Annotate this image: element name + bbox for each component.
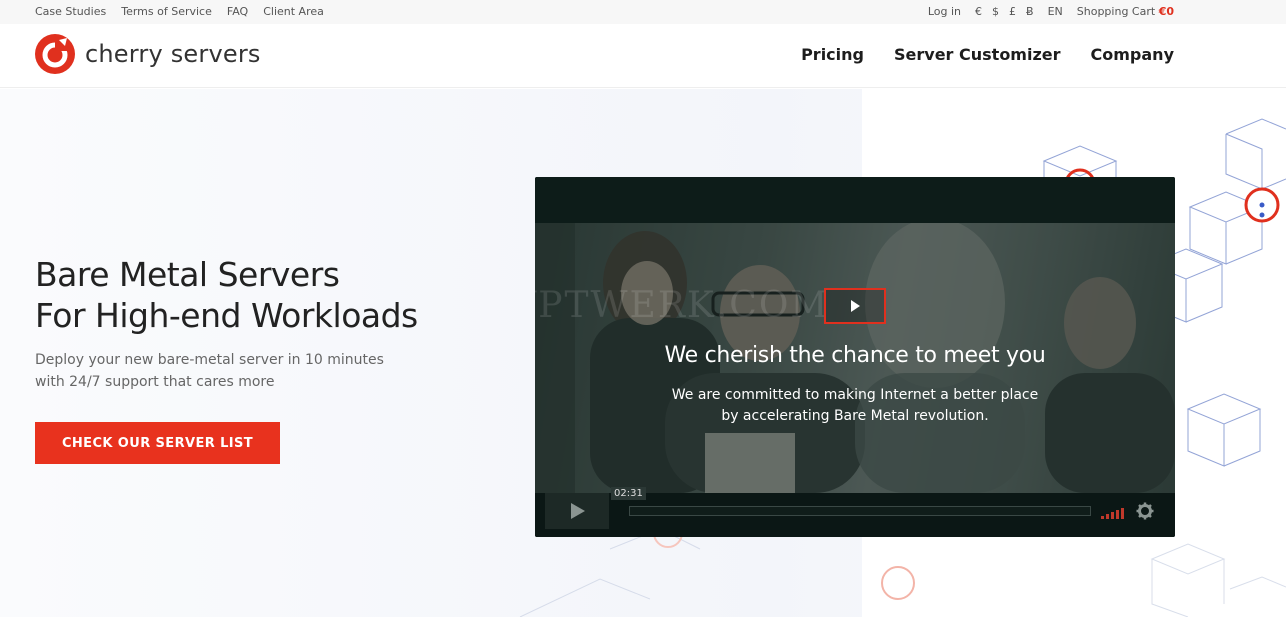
hero-title-line2: For High-end Workloads (35, 296, 418, 335)
main-navigation: Pricing Server Customizer Company (801, 45, 1174, 64)
shopping-cart-link[interactable]: Shopping Cart €0 (1077, 5, 1174, 18)
nav-pricing[interactable]: Pricing (801, 45, 864, 64)
video-progress-bar[interactable] (629, 506, 1091, 516)
case-studies-link[interactable]: Case Studies (35, 5, 106, 18)
login-link[interactable]: Log in (928, 5, 961, 18)
video-controls: 02:31 (535, 487, 1175, 537)
nav-company[interactable]: Company (1091, 45, 1174, 64)
terms-link[interactable]: Terms of Service (121, 5, 212, 18)
volume-bar (1116, 510, 1119, 519)
check-server-list-button[interactable]: CHECK OUR SERVER LIST (35, 422, 280, 464)
currency-gbp[interactable]: £ (1009, 5, 1016, 18)
currency-eur[interactable]: € (975, 5, 982, 18)
video-description: We are committed to making Internet a be… (535, 385, 1175, 427)
utility-right: Log in € $ £ Ƀ EN Shopping Cart €0 (928, 5, 1174, 18)
control-play-button[interactable] (545, 493, 609, 529)
currency-switcher: € $ £ Ƀ (975, 5, 1034, 18)
language-switcher[interactable]: EN (1048, 5, 1063, 18)
hero-title-line1: Bare Metal Servers (35, 255, 340, 294)
settings-gear-icon[interactable] (1136, 502, 1154, 520)
client-area-link[interactable]: Client Area (263, 5, 324, 18)
video-headline: We cherish the chance to meet you (664, 343, 1046, 368)
play-icon (571, 503, 585, 519)
video-description-line1: We are committed to making Internet a be… (671, 387, 1039, 403)
hero-subtitle: Deploy your new bare-metal server in 10 … (35, 352, 384, 390)
brand-name: cherry servers (85, 40, 261, 68)
faq-link[interactable]: FAQ (227, 5, 248, 18)
volume-bar (1106, 514, 1109, 519)
cherry-logo-icon (35, 34, 75, 74)
top-utility-bar: Case Studies Terms of Service FAQ Client… (0, 0, 1286, 24)
brand-logo[interactable]: cherry servers (35, 34, 261, 74)
volume-bar (1111, 512, 1114, 519)
video-player[interactable]: CRYPTWERK.COM We cherish the chance to m… (535, 177, 1175, 537)
video-timecode: 02:31 (611, 487, 646, 500)
hero-title: Bare Metal Servers For High-end Workload… (35, 254, 418, 336)
site-header: cherry servers Pricing Server Customizer… (0, 24, 1286, 88)
video-letterbox (535, 177, 1175, 223)
cart-label: Shopping Cart (1076, 5, 1156, 18)
video-description-line2: by accelerating Bare Metal revolution. (721, 408, 989, 424)
currency-usd[interactable]: $ (992, 5, 999, 18)
volume-control[interactable] (1101, 507, 1124, 519)
cart-amount: €0 (1158, 5, 1174, 18)
big-play-button[interactable] (824, 288, 886, 324)
volume-bar (1121, 508, 1124, 519)
currency-btc[interactable]: Ƀ (1026, 5, 1034, 18)
play-icon (851, 300, 860, 312)
utility-links: Case Studies Terms of Service FAQ Client… (35, 5, 324, 18)
hero-section: Bare Metal Servers For High-end Workload… (0, 89, 1286, 617)
watermark-text: CRYPTWERK.COM (535, 285, 830, 326)
nav-server-customizer[interactable]: Server Customizer (894, 45, 1061, 64)
volume-bar (1101, 516, 1104, 519)
